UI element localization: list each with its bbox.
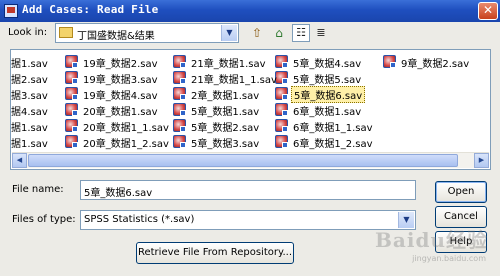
sav-file-icon bbox=[173, 71, 186, 84]
file-name: 据2.sav bbox=[11, 75, 48, 86]
horizontal-scrollbar[interactable]: ◀ ▶ bbox=[12, 152, 489, 168]
sav-file-icon bbox=[173, 119, 186, 132]
file-name: 6章_数据1.sav bbox=[293, 107, 362, 118]
file-name: 据1.sav bbox=[11, 123, 48, 134]
open-button[interactable]: Open bbox=[435, 181, 487, 203]
file-name: 5章_数据3.sav bbox=[191, 139, 260, 150]
sav-file-icon bbox=[173, 87, 186, 100]
file-name: 9章_数据2.sav bbox=[401, 59, 470, 70]
file-name: 据3.sav bbox=[11, 91, 48, 102]
file-name: 6章_数据1_2.sav bbox=[293, 139, 373, 150]
file-item[interactable]: 6章_数据1.sav bbox=[275, 102, 379, 118]
file-item[interactable]: 6章_数据1_1.sav bbox=[275, 118, 379, 134]
watermark-url: jingyan.baidu.com bbox=[412, 254, 486, 263]
file-name: 21章_数据1.sav bbox=[191, 59, 266, 70]
file-item[interactable]: 5章_数据2.sav bbox=[173, 118, 277, 134]
file-item[interactable]: 21章_数据1_1.sav bbox=[173, 70, 277, 86]
sav-file-icon bbox=[383, 55, 396, 68]
files-of-type-value: SPSS Statistics (*.sav) bbox=[84, 214, 195, 225]
scroll-right-icon[interactable]: ▶ bbox=[474, 153, 489, 168]
files-of-type-label: Files of type: bbox=[12, 214, 76, 225]
file-name: 2章_数据1.sav bbox=[191, 91, 260, 102]
file-item[interactable]: 2章_数据1.sav bbox=[173, 86, 277, 102]
list-view-icon[interactable]: ☷ bbox=[292, 24, 310, 42]
file-item[interactable]: 据3.sav bbox=[11, 86, 113, 102]
file-name: 6章_数据1_1.sav bbox=[293, 123, 373, 134]
look-in-value: 丁国盛数据&结果 bbox=[77, 31, 155, 42]
chevron-down-icon[interactable]: ▼ bbox=[221, 25, 237, 41]
title-bar[interactable]: Add Cases: Read File ✕ bbox=[0, 0, 500, 22]
file-name-input[interactable]: 5章_数据6.sav bbox=[80, 180, 416, 200]
scrollbar-thumb[interactable] bbox=[28, 154, 458, 167]
chevron-down-icon[interactable]: ▼ bbox=[398, 212, 414, 228]
file-item[interactable]: 9章_数据2.sav bbox=[383, 54, 487, 70]
file-name-label: File name: bbox=[12, 184, 64, 195]
file-item[interactable]: 据2.sav bbox=[11, 70, 113, 86]
file-name: 5章_数据2.sav bbox=[191, 123, 260, 134]
look-in-dropdown[interactable]: 丁国盛数据&结果 ▼ bbox=[55, 23, 239, 43]
file-list[interactable]: 9章_数据2.sav 6章_数据1_2.sav 6章_数据1_1.sav 6章_数据1… bbox=[10, 49, 491, 170]
add-cases-dialog: Add Cases: Read File ✕ Look in: 丁国盛数据&结果… bbox=[0, 0, 500, 276]
home-icon[interactable]: ⌂ bbox=[270, 24, 288, 42]
folder-up-icon[interactable]: ⇧ bbox=[248, 24, 266, 42]
retrieve-from-repository-button[interactable]: Retrieve File From Repository... bbox=[136, 242, 294, 264]
files-of-type-select[interactable]: SPSS Statistics (*.sav) ▼ bbox=[80, 210, 416, 230]
file-item[interactable]: 据1.sav bbox=[11, 134, 113, 150]
details-view-icon[interactable]: ≣ bbox=[312, 24, 330, 42]
file-item[interactable]: 5章_数据1.sav bbox=[173, 102, 277, 118]
file-name: 5章_数据4.sav bbox=[293, 59, 362, 70]
file-name: 据4.sav bbox=[11, 107, 48, 118]
help-button[interactable]: Help bbox=[435, 231, 487, 253]
scroll-left-icon[interactable]: ◀ bbox=[12, 153, 27, 168]
file-name: 5章_数据6.sav bbox=[291, 86, 366, 103]
file-item[interactable]: 5章_数据3.sav bbox=[173, 134, 277, 150]
sav-file-icon bbox=[173, 103, 186, 116]
file-item[interactable]: 21章_数据1.sav bbox=[173, 54, 277, 70]
file-name: 21章_数据1_1.sav bbox=[191, 75, 277, 86]
file-item[interactable]: 6章_数据1_2.sav bbox=[275, 134, 379, 150]
file-item[interactable]: 据1.sav bbox=[11, 54, 113, 70]
sav-file-icon bbox=[173, 55, 186, 68]
file-item[interactable]: 5章_数据4.sav bbox=[275, 54, 379, 70]
folder-icon bbox=[59, 27, 73, 38]
file-item[interactable]: 据1.sav bbox=[11, 118, 113, 134]
cancel-button[interactable]: Cancel bbox=[435, 206, 487, 228]
file-name: 据1.sav bbox=[11, 59, 48, 70]
file-name: 5章_数据1.sav bbox=[191, 107, 260, 118]
file-item[interactable]: 据4.sav bbox=[11, 102, 113, 118]
sav-file-icon bbox=[173, 135, 186, 148]
file-name: 5章_数据5.sav bbox=[293, 75, 362, 86]
look-in-label: Look in: bbox=[8, 27, 48, 38]
file-item[interactable]: 5章_数据6.sav bbox=[275, 86, 379, 103]
app-icon bbox=[4, 4, 18, 18]
close-icon[interactable]: ✕ bbox=[478, 2, 498, 20]
file-name: 据1.sav bbox=[11, 139, 48, 150]
window-title: Add Cases: Read File bbox=[22, 3, 159, 16]
file-item[interactable]: 5章_数据5.sav bbox=[275, 70, 379, 86]
